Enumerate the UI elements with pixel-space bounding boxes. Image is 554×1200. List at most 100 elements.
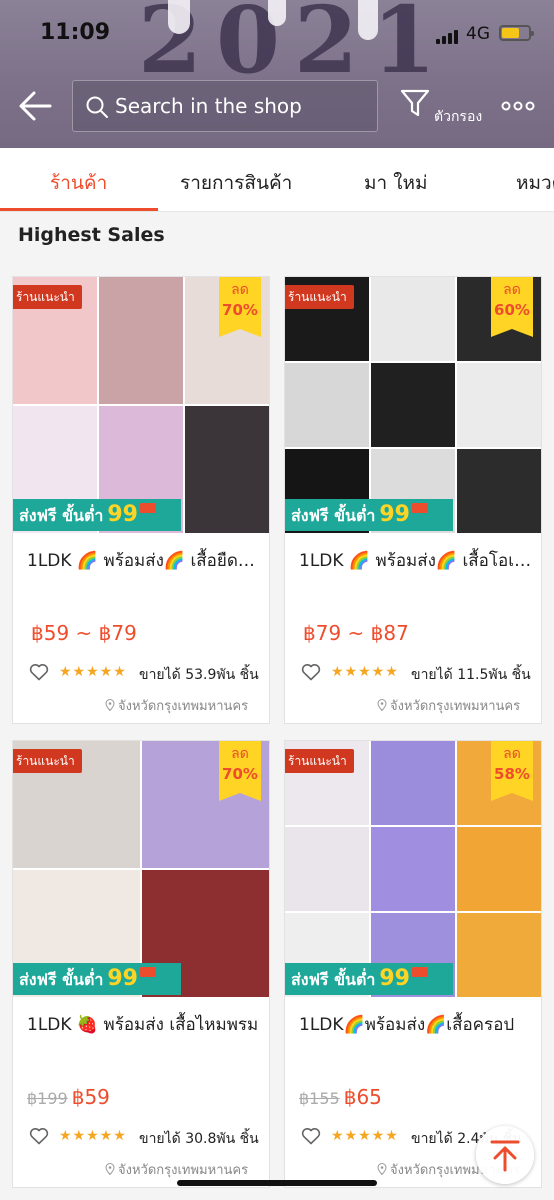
price-row: ฿59 ~ ฿79: [27, 621, 137, 645]
product-title[interactable]: 1LDK 🌈 พร้อมส่ง🌈 เสื้อโอเวอร์ไซส์: [299, 547, 533, 574]
discount-percent: 70%: [222, 765, 258, 783]
product-card[interactable]: ร้านแนะนำ ลด 60% ส่งฟรี ขั้นต่ำ 99 1LDK 🌈…: [284, 276, 542, 724]
signal-icon: [436, 28, 462, 44]
product-image[interactable]: ร้านแนะนำ ลด 70% ส่งฟรี ขั้นต่ำ 99: [13, 741, 269, 997]
network-type: 4G: [466, 24, 490, 44]
product-price: ฿59 ~ ฿79: [31, 621, 137, 645]
location-pin-icon: [377, 699, 387, 711]
product-image[interactable]: ร้านแนะนำ ลด 60% ส่งฟรี ขั้นต่ำ 99: [285, 277, 541, 533]
discount-label: ลด: [231, 746, 249, 762]
free-shipping-min: 99: [379, 966, 410, 991]
product-title[interactable]: 1LDK🌈พร้อมส่ง🌈เสื้อครอป: [299, 1011, 533, 1038]
discount-percent: 60%: [494, 301, 530, 319]
product-location: จังหวัดกรุงเทพมหานคร: [105, 1159, 248, 1180]
product-location: จังหวัดกรุงเทพมหานคร: [377, 695, 520, 716]
shop-header: 2021 11:09 4G Search in the shop ตัวกรอง: [0, 0, 554, 148]
tab-new-arrivals[interactable]: มา ใหม่: [364, 168, 428, 198]
discount-label: ลด: [231, 282, 249, 298]
free-shipping-min: 99: [107, 502, 138, 527]
filter-label: ตัวกรอง: [434, 109, 483, 125]
free-shipping-banner: ส่งฟรี ขั้นต่ำ 99: [285, 499, 453, 531]
shop-tabs: ร้านค้า รายการสินค้า มา ใหม่ หมวด: [0, 148, 554, 212]
section-title: Highest Sales: [18, 224, 165, 246]
heart-icon[interactable]: [29, 1127, 49, 1145]
home-indicator: [177, 1180, 377, 1186]
free-shipping-min: 99: [379, 502, 410, 527]
battery-icon: [499, 25, 534, 41]
more-dots-icon: [501, 101, 535, 111]
search-icon: [86, 96, 108, 118]
free-shipping-text: ส่งฟรี ขั้นต่ำ: [19, 506, 104, 525]
discount-badge: ลด 70%: [219, 277, 261, 337]
baht-tag-icon: [411, 967, 428, 977]
tab-shop[interactable]: ร้านค้า: [50, 168, 107, 198]
location-text: จังหวัดกรุงเทพมหานคร: [390, 699, 521, 714]
rating-stars: ★★★★★: [331, 1128, 399, 1144]
free-shipping-text: ส่งฟรี ขั้นต่ำ: [19, 970, 104, 989]
product-card[interactable]: ร้านแนะนำ ลด 70% ส่งฟรี ขั้นต่ำ 99 1LDK 🌈…: [12, 276, 270, 724]
product-title[interactable]: 1LDK 🌈 พร้อมส่ง🌈 เสื้อยืดโอเวอร์ไซส์: [27, 547, 261, 574]
more-options-button[interactable]: [500, 96, 536, 116]
free-shipping-text: ส่งฟรี ขั้นต่ำ: [291, 506, 376, 525]
price-row: ฿199 ฿59: [27, 1085, 110, 1109]
filter-icon: [400, 89, 430, 117]
discount-label: ลด: [503, 282, 521, 298]
discount-badge: ลด 70%: [219, 741, 261, 801]
recommended-store-badge: ร้านแนะนำ: [285, 749, 354, 773]
rating-stars: ★★★★★: [331, 664, 399, 680]
product-meta: ★★★★★ ขายได้ 53.9พัน ชิ้น: [27, 663, 263, 683]
product-card[interactable]: ร้านแนะนำ ลด 58% ส่งฟรี ขั้นต่ำ 99 1LDK🌈พ…: [284, 740, 542, 1188]
product-meta: ★★★★★ ขายได้ 11.5พัน ชิ้น: [299, 663, 535, 683]
location-pin-icon: [105, 699, 115, 711]
location-text: จังหวัดกรุงเทพมหานคร: [118, 699, 249, 714]
recommended-store-badge: ร้านแนะนำ: [13, 749, 82, 773]
sold-count: ขายได้ 53.9พัน ชิ้น: [139, 667, 259, 683]
product-card[interactable]: ร้านแนะนำ ลด 70% ส่งฟรี ขั้นต่ำ 99 1LDK 🍓…: [12, 740, 270, 1188]
original-price: ฿199: [27, 1089, 68, 1108]
scroll-to-top-button[interactable]: [476, 1126, 534, 1184]
product-image[interactable]: ร้านแนะนำ ลด 70% ส่งฟรี ขั้นต่ำ 99: [13, 277, 269, 533]
product-meta: ★★★★★ ขายได้ 30.8พัน ชิ้น: [27, 1127, 263, 1147]
baht-tag-icon: [139, 967, 156, 977]
search-placeholder: Search in the shop: [115, 94, 302, 118]
original-price: ฿155: [299, 1089, 340, 1108]
baht-tag-icon: [411, 503, 428, 513]
heart-icon[interactable]: [29, 663, 49, 681]
back-button[interactable]: [18, 88, 54, 124]
product-title[interactable]: 1LDK 🍓 พร้อมส่ง เสื้อไหมพรม: [27, 1011, 261, 1038]
free-shipping-text: ส่งฟรี ขั้นต่ำ: [291, 970, 376, 989]
product-location: จังหวัดกรุงเทพมหานคร: [105, 695, 248, 716]
free-shipping-banner: ส่งฟรี ขั้นต่ำ 99: [285, 963, 453, 995]
sold-count: ขายได้ 30.8พัน ชิ้น: [139, 1131, 259, 1147]
tab-products[interactable]: รายการสินค้า: [180, 168, 292, 198]
discount-percent: 58%: [494, 765, 530, 783]
product-price: ฿79 ~ ฿87: [303, 621, 409, 645]
recommended-store-badge: ร้านแนะนำ: [285, 285, 354, 309]
free-shipping-min: 99: [107, 966, 138, 991]
status-time: 11:09: [40, 20, 111, 45]
rating-stars: ★★★★★: [59, 1128, 127, 1144]
filter-button[interactable]: ตัวกรอง: [400, 88, 486, 130]
free-shipping-banner: ส่งฟรี ขั้นต่ำ 99: [13, 499, 181, 531]
status-bar: 11:09 4G: [0, 0, 554, 70]
active-tab-indicator: [0, 208, 158, 211]
discount-badge: ลด 60%: [491, 277, 533, 337]
battery-level: [502, 28, 519, 38]
tab-categories[interactable]: หมวด: [516, 168, 554, 198]
product-price: ฿59: [71, 1085, 110, 1109]
heart-icon[interactable]: [301, 1127, 321, 1145]
product-price: ฿65: [343, 1085, 382, 1109]
product-image[interactable]: ร้านแนะนำ ลด 58% ส่งฟรี ขั้นต่ำ 99: [285, 741, 541, 997]
baht-tag-icon: [139, 503, 156, 513]
discount-badge: ลด 58%: [491, 741, 533, 801]
free-shipping-banner: ส่งฟรี ขั้นต่ำ 99: [13, 963, 181, 995]
price-row: ฿79 ~ ฿87: [299, 621, 409, 645]
shop-search-input[interactable]: Search in the shop: [72, 80, 378, 132]
location-pin-icon: [105, 1163, 115, 1175]
heart-icon[interactable]: [301, 663, 321, 681]
location-pin-icon: [377, 1163, 387, 1175]
arrow-up-icon: [490, 1140, 520, 1172]
arrow-left-icon: [19, 91, 52, 121]
discount-label: ลด: [503, 746, 521, 762]
sold-count: ขายได้ 11.5พัน ชิ้น: [411, 667, 531, 683]
